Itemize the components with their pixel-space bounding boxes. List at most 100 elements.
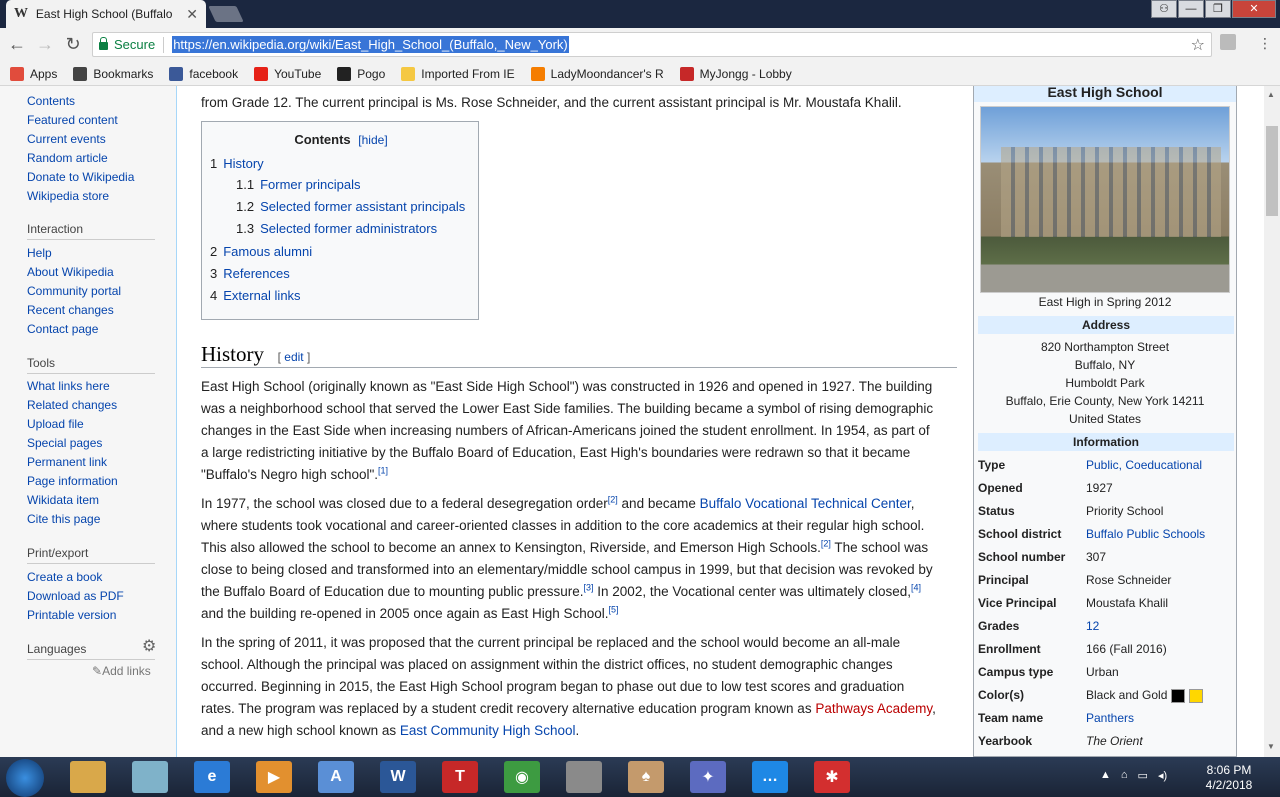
bookmark-label: Imported From IE (421, 66, 515, 81)
clock-time: 8:06 PM (1206, 763, 1252, 777)
ref-1[interactable]: [1] (378, 466, 388, 476)
toc-item[interactable]: 1.2 Selected former assistant principals (236, 199, 465, 214)
toc-item[interactable]: 4 External links (210, 288, 301, 303)
notepad-icon[interactable] (132, 761, 168, 793)
new-tab-button[interactable] (208, 6, 244, 22)
bookmark-star-icon[interactable]: ☆ (1191, 35, 1205, 55)
scanner-icon[interactable] (566, 761, 602, 793)
file-explorer-icon[interactable] (70, 761, 106, 793)
infobox-value[interactable]: 12 (1086, 619, 1099, 633)
bookmark-1[interactable]: Bookmarks (73, 66, 153, 81)
sidebar-link[interactable]: Related changes (27, 398, 117, 412)
internet-explorer-icon[interactable]: e (194, 761, 230, 793)
scroll-down-arrow-icon[interactable]: ▼ (1267, 742, 1275, 751)
ref-5[interactable]: [5] (609, 605, 619, 615)
toc-item[interactable]: 3 References (210, 266, 290, 281)
monitor-icon[interactable]: ▭ (1138, 769, 1148, 782)
user-icon[interactable]: ⚇ (1151, 0, 1177, 18)
sidebar-link[interactable]: About Wikipedia (27, 265, 114, 279)
tray-up-arrow-icon[interactable]: ▲ (1100, 769, 1111, 782)
url-text[interactable]: https://en.wikipedia.org/wiki/East_High_… (172, 36, 569, 53)
sidebar-link[interactable]: Cite this page (27, 512, 100, 526)
media-player-icon[interactable]: ▶ (256, 761, 292, 793)
word-icon[interactable]: W (380, 761, 416, 793)
start-button[interactable] (6, 759, 44, 797)
infobox-value[interactable]: Buffalo Public Schools (1086, 527, 1205, 541)
sidebar-link[interactable]: Recent changes (27, 303, 114, 317)
school-photo[interactable] (980, 106, 1230, 293)
sidebar-link[interactable]: Download as PDF (27, 589, 124, 603)
chrome-icon[interactable]: ◉ (504, 761, 540, 793)
tab-close-icon[interactable]: ✕ (186, 6, 198, 23)
menu-dots-icon[interactable]: ⋮ (1258, 35, 1272, 52)
toc-number: 1 (210, 156, 218, 171)
cards-icon[interactable]: ♠ (628, 761, 664, 793)
tab-east-high-school[interactable]: W East High School (Buffalo ✕ (6, 0, 206, 28)
sidebar-link[interactable]: Featured content (27, 113, 118, 127)
sidebar-link[interactable]: Upload file (27, 417, 84, 431)
sidebar-link[interactable]: Current events (27, 132, 106, 146)
infobox-value[interactable]: Panthers (1086, 711, 1134, 725)
ref-2b[interactable]: [2] (821, 539, 831, 549)
sidebar-link[interactable]: Contact page (27, 322, 98, 336)
sidebar-link[interactable]: Create a book (27, 570, 102, 584)
sidebar-link[interactable]: Wikidata item (27, 493, 99, 507)
bookmark-6[interactable]: LadyMoondancer's R (530, 66, 664, 81)
sidebar-link[interactable]: Community portal (27, 284, 121, 298)
sidebar-link[interactable]: What links here (27, 379, 110, 393)
infobox-value-text: Black and Gold (1086, 688, 1168, 702)
gear-icon[interactable]: ⚙ (142, 636, 156, 656)
extension-icon[interactable] (1220, 34, 1236, 50)
toc-item[interactable]: 1 History (210, 156, 264, 171)
history-edit-link[interactable]: [ edit ] (278, 350, 311, 364)
maximize-button[interactable]: ❐ (1205, 0, 1231, 18)
wordpad-icon[interactable]: A (318, 761, 354, 793)
bookmark-0[interactable]: Apps (10, 66, 57, 81)
toc-item[interactable]: 2 Famous alumni (210, 244, 312, 259)
back-arrow-icon[interactable]: ← (6, 34, 28, 55)
lock-icon (99, 37, 108, 50)
sidebar-link[interactable]: Permanent link (27, 455, 107, 469)
mahjong-icon[interactable]: ✦ (690, 761, 726, 793)
sidebar-link[interactable]: Page information (27, 474, 118, 488)
toc-item[interactable]: 1.1 Former principals (236, 177, 361, 192)
toc-number: 1.1 (236, 177, 255, 192)
scroll-up-arrow-icon[interactable]: ▲ (1267, 90, 1275, 99)
game-icon[interactable]: ✱ (814, 761, 850, 793)
close-window-button[interactable]: ✕ (1232, 0, 1276, 18)
bookmark-7[interactable]: MyJongg - Lobby (679, 66, 792, 81)
sidebar-link[interactable]: Wikipedia store (27, 189, 109, 203)
infobox-value[interactable]: Public, Coeducational (1086, 458, 1202, 472)
page-scrollbar[interactable]: ▲ ▼ (1264, 86, 1280, 757)
address-bar[interactable]: Secure https://en.wikipedia.org/wiki/Eas… (92, 32, 1212, 57)
scrollbar-thumb[interactable] (1266, 126, 1278, 216)
sidebar-link[interactable]: Donate to Wikipedia (27, 170, 134, 184)
pathways-academy-link[interactable]: Pathways Academy (815, 701, 932, 716)
bookmarks-bar: Apps Bookmarks facebook YouTube Pogo Imported… (0, 62, 1280, 86)
sidebar-link[interactable]: Special pages (27, 436, 102, 450)
text-app-icon[interactable]: T (442, 761, 478, 793)
bookmark-4[interactable]: Pogo (337, 66, 385, 81)
toc-hide-link[interactable]: [hide] (358, 133, 387, 147)
minimize-button[interactable]: — (1178, 0, 1204, 18)
ref-2a[interactable]: [2] (608, 495, 618, 505)
network-icon[interactable]: ⌂ (1121, 769, 1128, 782)
sidebar-link[interactable]: Help (27, 246, 52, 260)
buffalo-vocational-link[interactable]: Buffalo Vocational Technical Center (700, 496, 911, 511)
bookmark-5[interactable]: Imported From IE (401, 66, 515, 81)
volume-icon[interactable]: ◂) (1158, 769, 1167, 782)
ref-4[interactable]: [4] (911, 583, 921, 593)
taskbar-clock[interactable]: 8:06 PM 4/2/2018 (1194, 763, 1264, 793)
east-community-high-school-link[interactable]: East Community High School (400, 723, 576, 738)
forward-arrow-icon[interactable]: → (34, 34, 56, 55)
sidebar-link[interactable]: Contents (27, 94, 75, 108)
toc-item[interactable]: 1.3 Selected former administrators (236, 221, 437, 236)
bookmark-3[interactable]: YouTube (254, 66, 321, 81)
sidebar-link[interactable]: Random article (27, 151, 108, 165)
chat-icon[interactable]: … (752, 761, 788, 793)
reload-icon[interactable]: ↻ (62, 34, 84, 55)
add-links-link[interactable]: ✎Add links (92, 664, 151, 678)
bookmark-2[interactable]: facebook (169, 66, 238, 81)
sidebar-link[interactable]: Printable version (27, 608, 116, 622)
ref-3[interactable]: [3] (584, 583, 594, 593)
